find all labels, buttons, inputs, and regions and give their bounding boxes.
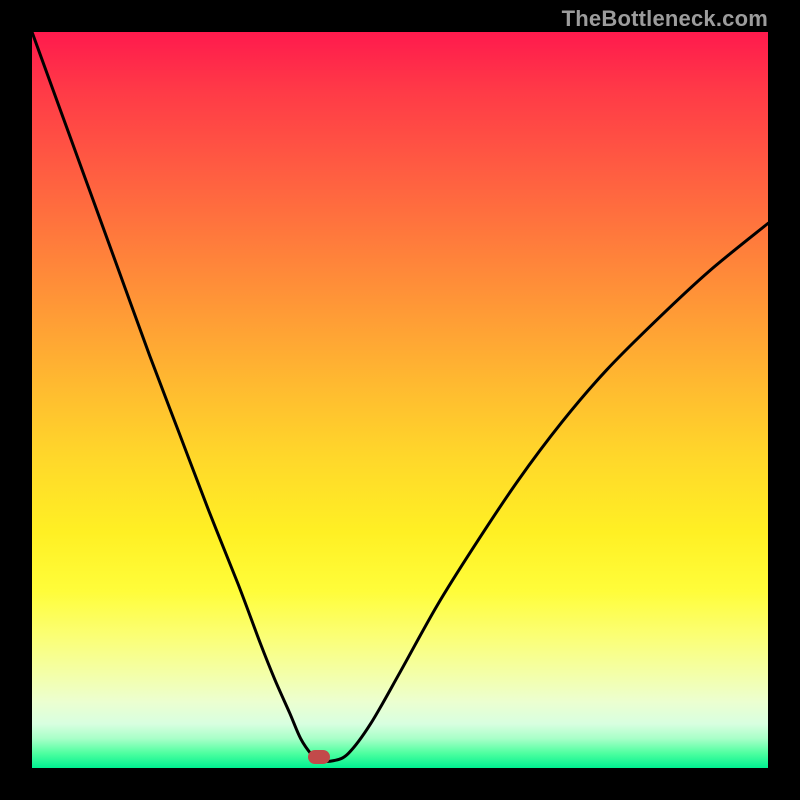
minimum-marker	[308, 750, 330, 764]
watermark-label: TheBottleneck.com	[562, 6, 768, 32]
plot-area	[32, 32, 768, 768]
chart-frame: TheBottleneck.com	[0, 0, 800, 800]
bottleneck-curve	[32, 32, 768, 768]
